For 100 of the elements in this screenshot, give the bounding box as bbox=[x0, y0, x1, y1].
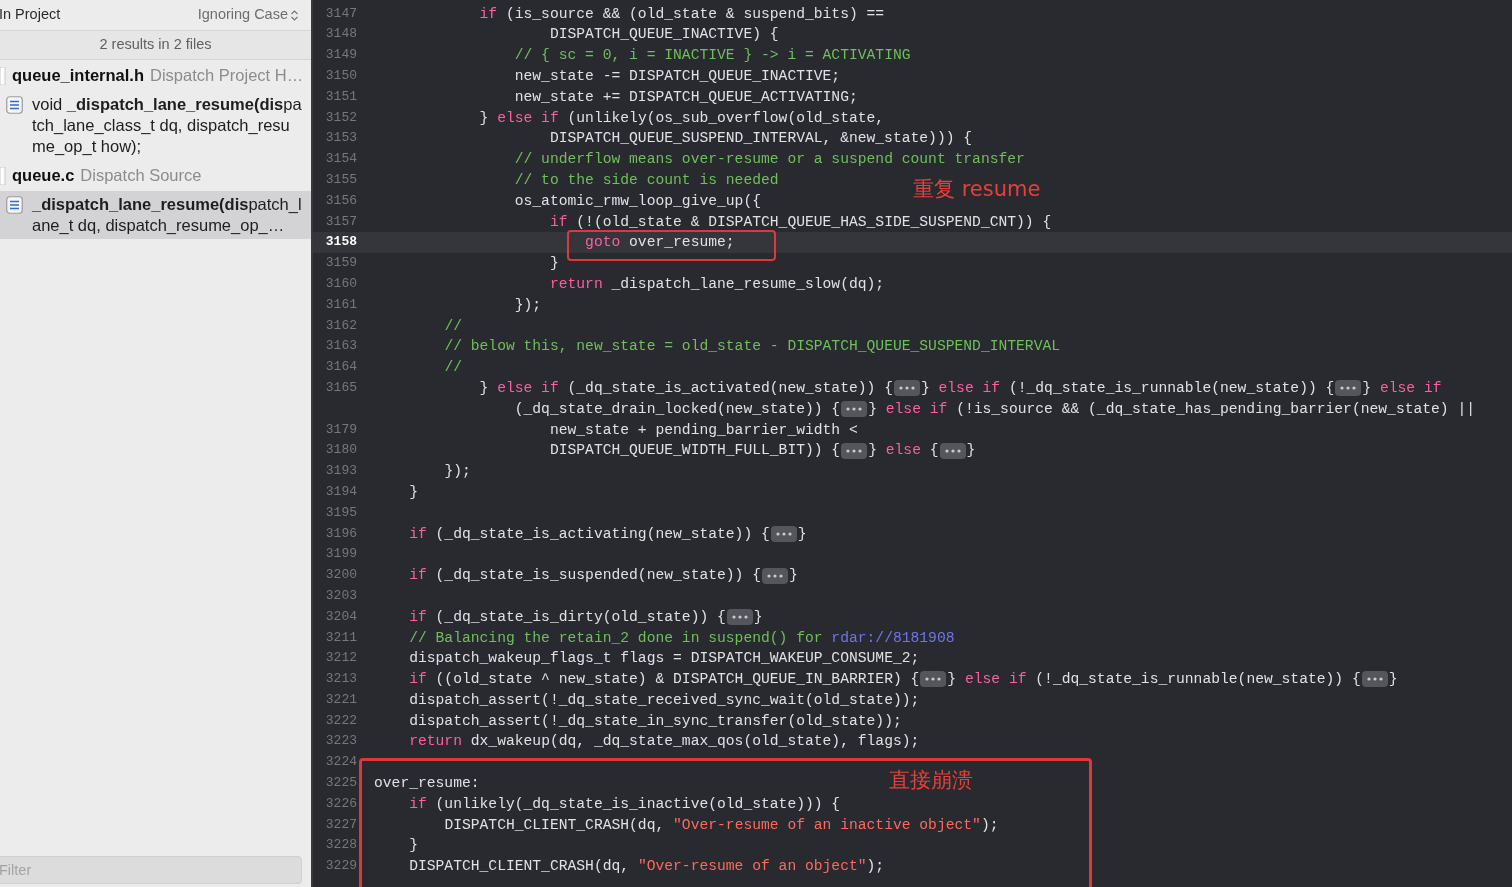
code-text: dispatch_wakeup_flags_t flags = DISPATCH_WAKEUP_CONSUME_2; bbox=[409, 649, 920, 669]
line-number: 3180 bbox=[324, 441, 357, 460]
code-keyword: if bbox=[409, 524, 427, 544]
fold-button[interactable] bbox=[726, 609, 753, 626]
line-number: 3147 bbox=[324, 4, 357, 23]
code-text: over_resume: bbox=[374, 774, 480, 794]
list-icon bbox=[6, 196, 23, 214]
line-number: 3211 bbox=[324, 628, 357, 647]
match-result-row[interactable]: void _dispatch_lane_resume(dispatch_lane_class_t dq, dispatch_resume_op_t how); bbox=[0, 91, 311, 160]
filter-field[interactable]: Filter bbox=[0, 856, 302, 884]
code-text: (unlikely(_dq_state_is_inactive(old_state))) { bbox=[435, 794, 841, 814]
code-text: dispatch_assert(!_dq_state_received_sync_wait(old_state)); bbox=[409, 690, 920, 710]
ellipsis-icon bbox=[731, 615, 748, 620]
code-text: } bbox=[966, 441, 976, 461]
code-text: }); bbox=[444, 462, 471, 482]
fold-button[interactable] bbox=[762, 567, 788, 584]
code-text: new_state -= DISPATCH_QUEUE_INACTIVE; bbox=[514, 67, 841, 86]
code-text: } bbox=[479, 378, 490, 398]
code-text: (!_dq_state_is_runnable(new_state)) { bbox=[1008, 378, 1335, 398]
code-text: } bbox=[797, 524, 807, 544]
line-number: 3179 bbox=[324, 420, 357, 439]
code-text: dx_wakeup(dq, _dq_state_max_qos(old_state), flags); bbox=[470, 732, 920, 752]
code-text: os_atomic_rmw_loop_give_up({ bbox=[514, 191, 761, 211]
line-number: 3221 bbox=[324, 690, 357, 709]
code-comment: // bbox=[444, 316, 462, 336]
code-text: } bbox=[409, 482, 418, 502]
line-number: 3152 bbox=[324, 108, 357, 127]
line-number: 3223 bbox=[324, 732, 357, 751]
code-keyword: else if bbox=[497, 108, 559, 128]
case-option-button[interactable]: Ignoring Case bbox=[197, 4, 299, 26]
code-text: } bbox=[753, 607, 763, 627]
code-text: } bbox=[549, 254, 559, 274]
code-text: (_dq_state_drain_locked(new_state)) { bbox=[514, 399, 841, 419]
line-number: 3194 bbox=[324, 482, 357, 501]
match-result-row[interactable]: _dispatch_lane_resume(dispatch_lane_t dq, dispatch_resume_op_… bbox=[0, 191, 311, 239]
fold-button[interactable] bbox=[920, 671, 947, 688]
line-number: 3159 bbox=[324, 254, 357, 273]
code-text: (!_dq_state_is_runnable(new_state)) { bbox=[1035, 670, 1361, 690]
code-comment: // underflow means over-resume or a suspend count transfer bbox=[514, 150, 1025, 170]
line-number: 3160 bbox=[324, 274, 357, 293]
fold-button[interactable] bbox=[1335, 380, 1362, 397]
code-text: (is_source && (old_state & suspend_bits) == bbox=[505, 4, 885, 24]
code-text: } bbox=[789, 566, 798, 586]
code-keyword: if bbox=[409, 670, 427, 690]
line-number: 3161 bbox=[324, 295, 357, 314]
fold-button[interactable] bbox=[841, 442, 868, 459]
fold-button[interactable] bbox=[841, 401, 868, 418]
file-name: queue_internal.h bbox=[12, 65, 145, 87]
ellipsis-icon bbox=[1366, 677, 1383, 682]
file-location: Dispatch Source bbox=[80, 165, 202, 187]
code-text: (unlikely(os_sub_overflow(old_state, bbox=[567, 108, 885, 128]
code-text: (!(old_state & DISPATCH_QUEUE_HAS_SIDE_SUSPEND_CNT)) { bbox=[576, 212, 1052, 232]
code-comment: // Balancing the retain_2 done in suspend() for bbox=[409, 628, 823, 648]
code-keyword: return bbox=[549, 274, 603, 294]
string-literal: "Over-resume of an object" bbox=[637, 857, 867, 877]
line-number: 3200 bbox=[324, 566, 357, 585]
code-text: ); bbox=[980, 815, 999, 835]
fold-button[interactable] bbox=[893, 380, 920, 397]
code-comment: // bbox=[444, 358, 462, 378]
line-number: 3229 bbox=[324, 857, 357, 876]
code-text: ((old_state ^ new_state) & DISPATCH_QUEUE_IN_BARRIER) { bbox=[435, 670, 920, 690]
code-text: _dispatch_lane_resume_slow(dq); bbox=[611, 274, 885, 294]
line-number: 3157 bbox=[324, 212, 357, 231]
line-number: 3228 bbox=[324, 836, 357, 855]
code-keyword: if bbox=[409, 794, 427, 814]
ellipsis-icon bbox=[1340, 386, 1357, 391]
code-text: }); bbox=[514, 295, 542, 315]
code-text: new_state + pending_barrier_width < bbox=[549, 420, 858, 440]
list-icon bbox=[6, 96, 23, 114]
line-number: 3155 bbox=[324, 170, 357, 189]
line-number: 3156 bbox=[324, 191, 357, 210]
code-text: (_dq_state_is_dirty(old_state)) { bbox=[435, 607, 726, 627]
fold-button[interactable] bbox=[1361, 671, 1388, 688]
code-text: (_dq_state_is_activating(new_state)) { bbox=[435, 524, 770, 544]
annotation-label: 直接崩溃 bbox=[889, 767, 973, 794]
line-number: 3162 bbox=[324, 316, 357, 335]
fold-button[interactable] bbox=[939, 442, 966, 459]
code-text: ); bbox=[866, 857, 885, 877]
line-number: 3151 bbox=[324, 87, 357, 106]
code-text: } bbox=[947, 670, 958, 690]
code-link[interactable]: rdar://8181908 bbox=[831, 627, 955, 649]
file-result-row[interactable]: queue.c Dispatch Source bbox=[0, 160, 311, 191]
line-number: 3213 bbox=[324, 670, 357, 689]
code-text: } bbox=[1362, 378, 1373, 398]
code-comment: // below this, new_state = old_state - DISPATCH_QUEUE_SUSPEND_INTERVAL bbox=[444, 337, 1061, 357]
line-number: 3212 bbox=[324, 649, 357, 668]
line-number: 3164 bbox=[324, 358, 357, 377]
code-keyword: else if bbox=[938, 378, 1001, 398]
line-number: 3204 bbox=[324, 607, 357, 626]
code-keyword: else if bbox=[497, 378, 559, 398]
code-text: (!is_source && (_dq_state_has_pending_barrier(new_state) || bbox=[956, 399, 1476, 419]
match-text: void _dispatch_lane_resume(dispatch_lane_class_t dq, dispatch_resume_op_t how); bbox=[32, 94, 303, 157]
code-keyword: if bbox=[409, 607, 427, 627]
code-keyword: else if bbox=[885, 399, 948, 419]
file-icon bbox=[0, 66, 6, 85]
code-keyword: else bbox=[885, 441, 921, 461]
code-text: dispatch_assert(!_dq_state_in_sync_transfer(old_state)); bbox=[409, 711, 902, 731]
line-number: 3196 bbox=[324, 524, 357, 543]
fold-button[interactable] bbox=[770, 525, 797, 542]
file-result-row[interactable]: queue_internal.h Dispatch Project H… bbox=[0, 60, 311, 91]
